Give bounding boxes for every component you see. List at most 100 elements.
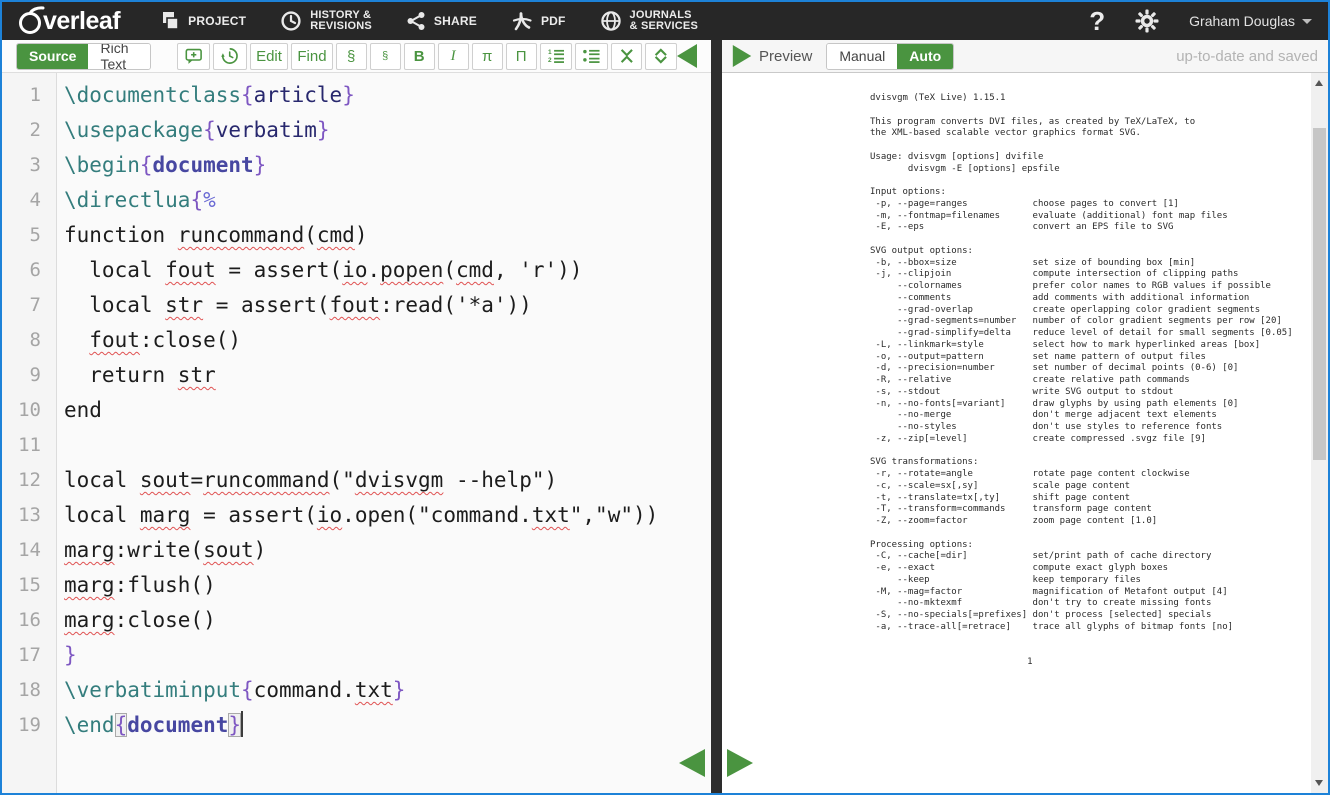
code-line[interactable]: marg:write(sout)	[64, 533, 711, 568]
menu-item-project[interactable]: PROJECT	[160, 11, 246, 31]
italic-button[interactable]: I	[438, 43, 469, 70]
track-changes-button[interactable]	[213, 43, 246, 70]
code-line[interactable]: local fout = assert(io.popen(cmd, 'r'))	[64, 253, 711, 288]
overleaf-window: verleaf PROJECT HISTORY &REVISIONS	[0, 0, 1330, 795]
gutter: 12345678910111213141516171819	[2, 73, 57, 793]
code-line[interactable]: \directlua{%	[64, 183, 711, 218]
code-line[interactable]: marg:flush()	[64, 568, 711, 603]
globe-icon	[600, 10, 622, 32]
code-line[interactable]: local marg = assert(io.open("command.txt…	[64, 498, 711, 533]
code-line[interactable]: end	[64, 393, 711, 428]
edit-button[interactable]: Edit	[250, 43, 289, 70]
run-preview-button[interactable]	[733, 45, 751, 67]
menu-label: SHARE	[434, 15, 477, 27]
menu-item-pdf[interactable]: PDF	[511, 10, 566, 32]
bold-button[interactable]: B	[404, 43, 435, 70]
chevron-down-icon	[1302, 19, 1312, 24]
line-number: 16	[2, 603, 56, 638]
pdf-icon	[511, 10, 533, 32]
line-number: 6	[2, 253, 56, 288]
logo-text: verleaf	[43, 7, 120, 36]
bullet-list-button[interactable]	[575, 43, 608, 70]
user-name: Graham Douglas	[1189, 13, 1295, 29]
line-number: 17	[2, 638, 56, 673]
line-number: 7	[2, 288, 56, 323]
line-number: 13	[2, 498, 56, 533]
line-number: 18	[2, 673, 56, 708]
code-line[interactable]: }	[64, 638, 711, 673]
line-number: 11	[2, 428, 56, 463]
add-comment-button[interactable]	[177, 43, 210, 70]
code-line[interactable]: \documentclass{article}	[64, 78, 711, 113]
code-line[interactable]: function runcommand(cmd)	[64, 218, 711, 253]
svg-text:1: 1	[548, 49, 552, 56]
settings-gear-icon[interactable]	[1135, 9, 1159, 33]
bullet-list-icon	[583, 47, 600, 65]
rich-text-mode-button[interactable]: Rich Text	[88, 44, 149, 69]
preview-scrollbar[interactable]	[1311, 73, 1328, 793]
expand-all-button[interactable]	[645, 43, 677, 70]
collapse-editor-button[interactable]	[677, 44, 697, 68]
menu-item-journals-services[interactable]: JOURNALS& SERVICES	[600, 10, 698, 33]
code-lines[interactable]: \documentclass{article}\usepackage{verba…	[57, 73, 711, 793]
section-button[interactable]: §	[336, 43, 367, 70]
preview-pane: Preview Manual Auto up-to-date and saved…	[722, 40, 1328, 793]
line-number: 19	[2, 708, 56, 743]
share-icon	[406, 11, 426, 31]
numbered-list-button[interactable]: 1 2	[540, 43, 573, 70]
code-line[interactable]: marg:close()	[64, 603, 711, 638]
code-line[interactable]: \end{document}	[64, 708, 711, 743]
line-number: 14	[2, 533, 56, 568]
mode-toggle: Source Rich Text	[16, 43, 151, 70]
code-line[interactable]: fout:close()	[64, 323, 711, 358]
help-button[interactable]: ?	[1089, 6, 1105, 37]
code-line[interactable]: \usepackage{verbatim}	[64, 113, 711, 148]
code-line[interactable]: return str	[64, 358, 711, 393]
source-mode-button[interactable]: Source	[17, 44, 88, 69]
auto-compile-button[interactable]: Auto	[897, 44, 953, 69]
pane-resize-handle[interactable]	[711, 40, 722, 793]
line-number: 5	[2, 218, 56, 253]
code-line[interactable]: local str = assert(fout:read('*a'))	[64, 288, 711, 323]
collapse-left-pane-button[interactable]	[679, 749, 705, 777]
code-editor[interactable]: 12345678910111213141516171819 \documentc…	[2, 73, 711, 793]
header-right: ? Graha	[1089, 6, 1312, 37]
scroll-down-icon[interactable]	[1315, 780, 1323, 786]
overleaf-logo[interactable]: verleaf	[16, 6, 120, 36]
collapse-icon	[619, 47, 635, 65]
leaf-o-icon	[16, 6, 46, 36]
scrollbar-thumb[interactable]	[1313, 128, 1326, 460]
subsection-button[interactable]: §	[370, 43, 401, 70]
editor-toolbar: Source Rich Text	[2, 40, 711, 73]
editor-pane: Source Rich Text	[2, 40, 711, 793]
inline-math-button[interactable]: π	[472, 43, 503, 70]
pdf-page-text: dvisvgm (TeX Live) 1.15.1 This program c…	[870, 93, 1293, 669]
line-number: 4	[2, 183, 56, 218]
user-menu[interactable]: Graham Douglas	[1189, 13, 1312, 29]
top-header: verleaf PROJECT HISTORY &REVISIONS	[2, 2, 1328, 40]
scroll-up-icon[interactable]	[1315, 80, 1323, 86]
comment-plus-icon	[185, 47, 202, 66]
expand-icon	[653, 47, 669, 65]
line-number: 10	[2, 393, 56, 428]
line-number: 12	[2, 463, 56, 498]
line-number: 2	[2, 113, 56, 148]
code-line[interactable]: \verbatiminput{command.txt}	[64, 673, 711, 708]
menu-label: PDF	[541, 15, 566, 27]
menu-item-history-revisions[interactable]: HISTORY &REVISIONS	[280, 10, 372, 33]
menu-label: JOURNALS& SERVICES	[630, 10, 698, 33]
history-icon	[280, 10, 302, 32]
code-line[interactable]	[64, 428, 711, 463]
line-number: 9	[2, 358, 56, 393]
display-math-button[interactable]: Π	[506, 43, 537, 70]
code-line[interactable]: \begin{document}	[64, 148, 711, 183]
project-icon	[160, 11, 180, 31]
manual-compile-button[interactable]: Manual	[827, 44, 897, 69]
collapse-right-pane-button[interactable]	[727, 749, 753, 777]
menu-label: PROJECT	[188, 15, 246, 27]
collapse-all-button[interactable]	[611, 43, 643, 70]
menu-item-share[interactable]: SHARE	[406, 11, 477, 31]
find-button[interactable]: Find	[291, 43, 332, 70]
preview-label: Preview	[759, 48, 812, 65]
code-line[interactable]: local sout=runcommand("dvisvgm --help")	[64, 463, 711, 498]
